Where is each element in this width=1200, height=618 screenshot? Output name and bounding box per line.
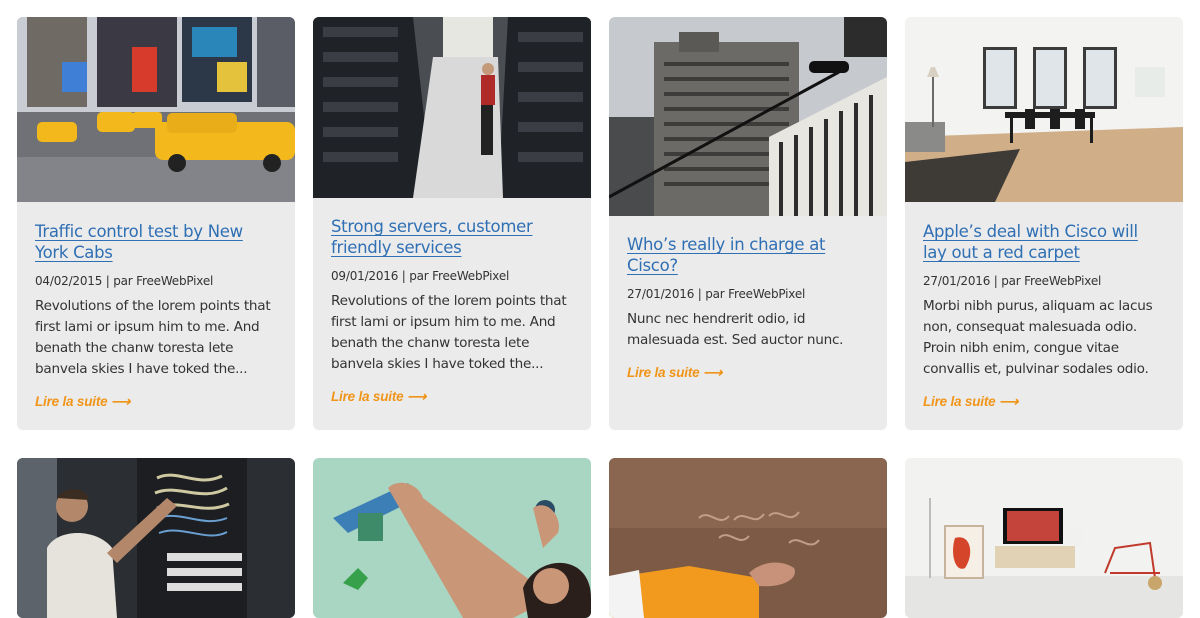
post-card	[17, 458, 295, 618]
post-image[interactable]	[313, 458, 591, 618]
post-title-link[interactable]: Apple’s deal with Cisco will lay out a r…	[923, 221, 1165, 263]
post-title-link[interactable]: Strong servers, customer friendly servic…	[331, 216, 573, 258]
post-meta: 04/02/2015 | par FreeWebPixel	[35, 274, 214, 288]
post-title-link[interactable]: Who’s really in charge at Cisco?	[627, 234, 869, 276]
post-card	[313, 458, 591, 618]
post-image[interactable]	[17, 458, 295, 618]
blog-post-grid: Traffic control test by New York Cabs 04…	[0, 0, 1200, 618]
read-more-link[interactable]: Lire la suite ⟶	[331, 389, 426, 405]
post-card: Strong servers, customer friendly servic…	[313, 17, 591, 430]
post-image[interactable]	[609, 458, 887, 618]
post-image[interactable]	[905, 458, 1183, 618]
post-image[interactable]	[609, 17, 887, 216]
post-card	[609, 458, 887, 618]
read-more-link[interactable]: Lire la suite ⟶	[627, 365, 722, 381]
post-excerpt: Revolutions of the lorem points that fir…	[331, 293, 567, 372]
post-meta: 27/01/2016 | par FreeWebPixel	[627, 287, 806, 301]
post-card: Traffic control test by New York Cabs 04…	[17, 17, 295, 430]
post-meta: 27/01/2016 | par FreeWebPixel	[923, 274, 1102, 288]
read-more-link[interactable]: Lire la suite ⟶	[923, 394, 1018, 410]
post-card: Who’s really in charge at Cisco? 27/01/2…	[609, 17, 887, 430]
post-card	[905, 458, 1183, 618]
post-excerpt: Morbi nibh purus, aliquam ac lacus non, …	[923, 298, 1153, 377]
read-more-link[interactable]: Lire la suite ⟶	[35, 394, 130, 410]
post-excerpt: Nunc nec hendrerit odio, id malesuada es…	[627, 311, 844, 348]
post-image[interactable]	[905, 17, 1183, 202]
post-excerpt: Revolutions of the lorem points that fir…	[35, 298, 271, 377]
post-title-link[interactable]: Traffic control test by New York Cabs	[35, 221, 277, 263]
post-image[interactable]	[17, 17, 295, 202]
post-meta: 09/01/2016 | par FreeWebPixel	[331, 269, 510, 283]
post-image[interactable]	[313, 17, 591, 198]
post-card: Apple’s deal with Cisco will lay out a r…	[905, 17, 1183, 430]
